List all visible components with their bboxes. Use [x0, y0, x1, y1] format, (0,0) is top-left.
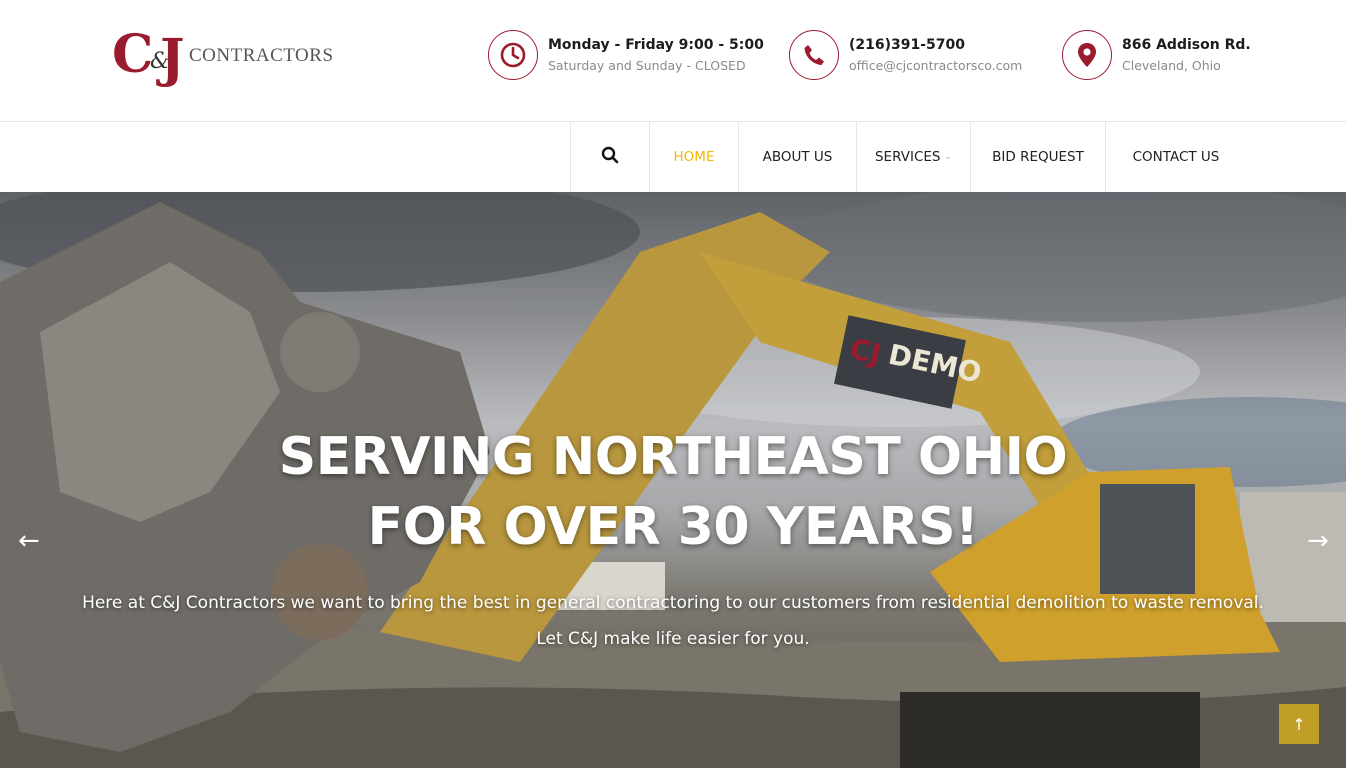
nav-bid-request[interactable]: BID REQUEST — [970, 122, 1105, 192]
email-address[interactable]: office@cjcontractorsco.com — [849, 58, 1022, 73]
slider-prev-arrow-icon[interactable]: ← — [18, 528, 40, 554]
hero-subtitle: Here at C&J Contractors we want to bring… — [0, 585, 1346, 657]
nav-contact-us[interactable]: CONTACT US — [1105, 122, 1246, 192]
chevron-down-icon: ⌄ — [944, 152, 953, 162]
phone-icon — [789, 30, 839, 80]
nav-home[interactable]: HOME — [649, 122, 738, 192]
nav-services[interactable]: SERVICES ⌄ — [856, 122, 970, 192]
company-logo[interactable]: C J & CONTRACTORS — [112, 26, 344, 96]
hero-headline: SERVING NORTHEAST OHIO FOR OVER 30 YEARS… — [0, 422, 1346, 562]
map-pin-icon — [1062, 30, 1112, 80]
hours-weekend: Saturday and Sunday - CLOSED — [548, 58, 746, 73]
hero-subtitle-line-1: Here at C&J Contractors we want to bring… — [82, 593, 1264, 613]
site-header: C J & CONTRACTORS Monday - Friday 9:00 -… — [0, 0, 1346, 121]
nav-services-label: SERVICES — [874, 149, 941, 165]
arrow-up-icon: ↑ — [1292, 714, 1306, 734]
hero-subtitle-line-2: Let C&J make life easier for you. — [536, 629, 810, 649]
search-button[interactable] — [570, 122, 649, 192]
logo-wordmark: CONTRACTORS — [189, 45, 334, 66]
phone-number[interactable]: (216)391-5700 — [849, 37, 965, 53]
address-city: Cleveland, Ohio — [1122, 58, 1221, 73]
clock-icon — [488, 30, 538, 80]
nav-about-us[interactable]: ABOUT US — [738, 122, 856, 192]
hero-slider: CJ DEMO SERVING NORTHEAST OHIO FOR OVER … — [0, 192, 1346, 768]
back-to-top-button[interactable]: ↑ — [1279, 704, 1319, 744]
hours-weekdays: Monday - Friday 9:00 - 5:00 — [548, 37, 764, 53]
hero-headline-line-1: SERVING NORTHEAST OHIO — [278, 427, 1068, 487]
hero-headline-line-2: FOR OVER 30 YEARS! — [367, 497, 979, 557]
logo-letter-c: C — [112, 24, 153, 85]
slider-next-arrow-icon[interactable]: → — [1307, 528, 1329, 554]
address-street: 866 Addison Rd. — [1122, 37, 1251, 53]
main-navigation: HOME ABOUT US SERVICES ⌄ BID REQUEST CON… — [0, 121, 1346, 192]
logo-ampersand: & — [150, 49, 170, 74]
search-icon — [601, 146, 619, 168]
